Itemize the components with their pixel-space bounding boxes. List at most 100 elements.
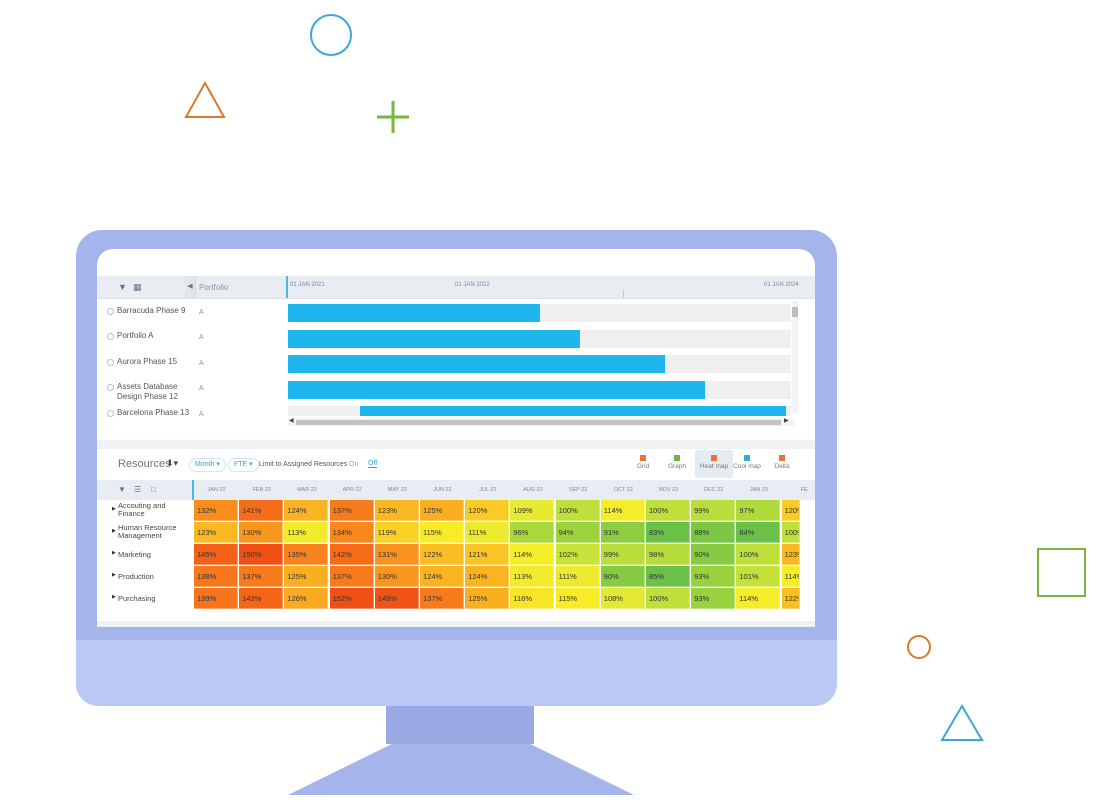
- heatmap-row[interactable]: ▶ Human Resource Management 123% 130% 113% 13…: [97, 522, 815, 544]
- heatmap-cell[interactable]: 130%: [239, 522, 284, 543]
- heatmap-cell[interactable]: 141%: [239, 500, 284, 521]
- heatmap-cell[interactable]: 111%: [465, 522, 510, 543]
- heatmap-cell[interactable]: 143%: [239, 588, 284, 609]
- heatmap-cell[interactable]: 90%: [600, 566, 645, 587]
- heatmap-cell[interactable]: 113%: [284, 522, 329, 543]
- heatmap-cell[interactable]: 125%: [420, 500, 464, 521]
- heatmap-cell[interactable]: 121%: [465, 544, 510, 565]
- heatmap-cell[interactable]: 145%: [194, 544, 238, 565]
- heatmap-cell[interactable]: 114%: [510, 544, 555, 565]
- heatmap-cell[interactable]: 108%: [600, 588, 645, 609]
- heatmap-cell[interactable]: 124%: [420, 566, 464, 587]
- gantt-bar[interactable]: [360, 406, 786, 416]
- gantt-row[interactable]: Barracuda Phase 9 A: [97, 304, 287, 328]
- heatmap-row[interactable]: ▶ Purchasing 139% 143% 126% 152% 149% 137% 125% 1…: [97, 588, 815, 610]
- heatmap-cell[interactable]: 134%: [329, 522, 374, 543]
- heatmap-cell[interactable]: 83%: [646, 522, 690, 543]
- view-graph-button[interactable]: Graph: [658, 450, 696, 478]
- filter-icon[interactable]: ▼: [118, 282, 127, 292]
- heatmap-cell[interactable]: 122%: [781, 588, 800, 609]
- expand-caret-icon[interactable]: ▶: [112, 506, 116, 512]
- scrollbar-thumb[interactable]: [296, 420, 781, 425]
- heatmap-cell[interactable]: 139%: [194, 588, 238, 609]
- heatmap-cell[interactable]: 100%: [646, 588, 690, 609]
- scroll-right-icon[interactable]: ▶: [784, 417, 789, 424]
- heatmap-cell[interactable]: 137%: [329, 566, 374, 587]
- heatmap-cell[interactable]: 138%: [194, 566, 238, 587]
- heatmap-cell[interactable]: 94%: [555, 522, 600, 543]
- heatmap-cell[interactable]: 96%: [510, 522, 555, 543]
- heatmap-cell[interactable]: 111%: [555, 566, 600, 587]
- gantt-row[interactable]: Assets Database Design Phase 12 A: [97, 380, 287, 404]
- heatmap-cell[interactable]: 120%: [465, 500, 510, 521]
- heatmap-cell[interactable]: 100%: [646, 500, 690, 521]
- heatmap-cell[interactable]: 115%: [555, 588, 600, 609]
- heatmap-cell[interactable]: 135%: [284, 544, 329, 565]
- heatmap-row[interactable]: ▶ Marketing 145% 150% 135% 142% 131% 122% 121% 11…: [97, 544, 815, 566]
- scrollbar-thumb[interactable]: [792, 307, 798, 317]
- gantt-bar[interactable]: [288, 330, 580, 348]
- heatmap-cell[interactable]: 119%: [374, 522, 419, 543]
- heatmap-cell[interactable]: 113%: [510, 566, 555, 587]
- heatmap-cell[interactable]: 102%: [555, 544, 600, 565]
- heatmap-cell[interactable]: 123%: [194, 522, 238, 543]
- heatmap-cell[interactable]: 114%: [600, 500, 645, 521]
- heatmap-cell[interactable]: 101%: [736, 566, 781, 587]
- heatmap-cell[interactable]: 150%: [239, 544, 284, 565]
- collapse-left-icon[interactable]: ◀: [185, 276, 196, 298]
- heatmap-cell[interactable]: 124%: [284, 500, 329, 521]
- heatmap-cell[interactable]: 131%: [374, 544, 419, 565]
- view-coolmap-button[interactable]: Cool map: [728, 450, 766, 478]
- row-select-radio[interactable]: [107, 384, 114, 391]
- gantt-row[interactable]: Barcelona Phase 13 A: [97, 406, 287, 430]
- heatmap-cell[interactable]: 116%: [510, 588, 555, 609]
- period-dropdown[interactable]: Month ▾: [189, 458, 226, 472]
- heatmap-cell[interactable]: 149%: [374, 588, 419, 609]
- heatmap-cell[interactable]: 100%: [555, 500, 600, 521]
- heatmap-cell[interactable]: 123%: [781, 544, 800, 565]
- heatmap-cell[interactable]: 115%: [420, 522, 464, 543]
- heatmap-cell[interactable]: 125%: [284, 566, 329, 587]
- heatmap-cell[interactable]: 88%: [691, 522, 736, 543]
- heatmap-cell[interactable]: 123%: [374, 500, 419, 521]
- folder-icon[interactable]: □: [151, 485, 156, 494]
- heatmap-cell[interactable]: 122%: [420, 544, 464, 565]
- horizontal-scrollbar[interactable]: ◀ ▶: [288, 418, 794, 426]
- heatmap-cell[interactable]: 132%: [194, 500, 238, 521]
- gantt-row[interactable]: Aurora Phase 15 A: [97, 355, 287, 379]
- unit-dropdown[interactable]: FTE ▾: [228, 458, 259, 472]
- filter-icon[interactable]: ▼: [118, 485, 126, 494]
- scroll-left-icon[interactable]: ◀: [289, 417, 294, 424]
- heatmap-row[interactable]: ▶ Accouting and Finance 132% 141% 124% 137% 12…: [97, 500, 815, 522]
- heatmap-cell[interactable]: 98%: [646, 544, 690, 565]
- table-icon[interactable]: ▦: [133, 282, 142, 293]
- heatmap-cell[interactable]: 142%: [329, 544, 374, 565]
- row-select-radio[interactable]: [107, 308, 114, 315]
- heatmap-cell[interactable]: 99%: [691, 500, 736, 521]
- gantt-bar[interactable]: [288, 355, 666, 373]
- gantt-bar[interactable]: [288, 381, 706, 399]
- heatmap-cell[interactable]: 91%: [600, 522, 645, 543]
- toggle-off-option[interactable]: Off: [368, 460, 378, 468]
- heatmap-cell[interactable]: 120%: [781, 500, 800, 521]
- row-select-radio[interactable]: [107, 410, 114, 417]
- heatmap-cell[interactable]: 137%: [420, 588, 464, 609]
- view-delta-button[interactable]: Delta: [763, 450, 801, 478]
- vertical-scrollbar[interactable]: [792, 301, 798, 413]
- heatmap-cell[interactable]: 125%: [465, 588, 510, 609]
- columns-icon[interactable]: ☰: [134, 485, 141, 494]
- heatmap-cell[interactable]: 100%: [781, 522, 800, 543]
- expand-caret-icon[interactable]: ▶: [112, 572, 116, 578]
- heatmap-cell[interactable]: 93%: [691, 566, 736, 587]
- row-select-radio[interactable]: [107, 333, 114, 340]
- heatmap-cell[interactable]: 84%: [736, 522, 781, 543]
- heatmap-cell[interactable]: 152%: [329, 588, 374, 609]
- gantt-row[interactable]: Portfolio A A: [97, 329, 287, 353]
- expand-caret-icon[interactable]: ▶: [112, 594, 116, 600]
- download-icon[interactable]: ⬇▾: [166, 458, 178, 469]
- gantt-bar[interactable]: [288, 304, 540, 322]
- heatmap-cell[interactable]: 85%: [646, 566, 690, 587]
- heatmap-cell[interactable]: 137%: [239, 566, 284, 587]
- heatmap-cell[interactable]: 100%: [736, 544, 781, 565]
- heatmap-cell[interactable]: 90%: [691, 544, 736, 565]
